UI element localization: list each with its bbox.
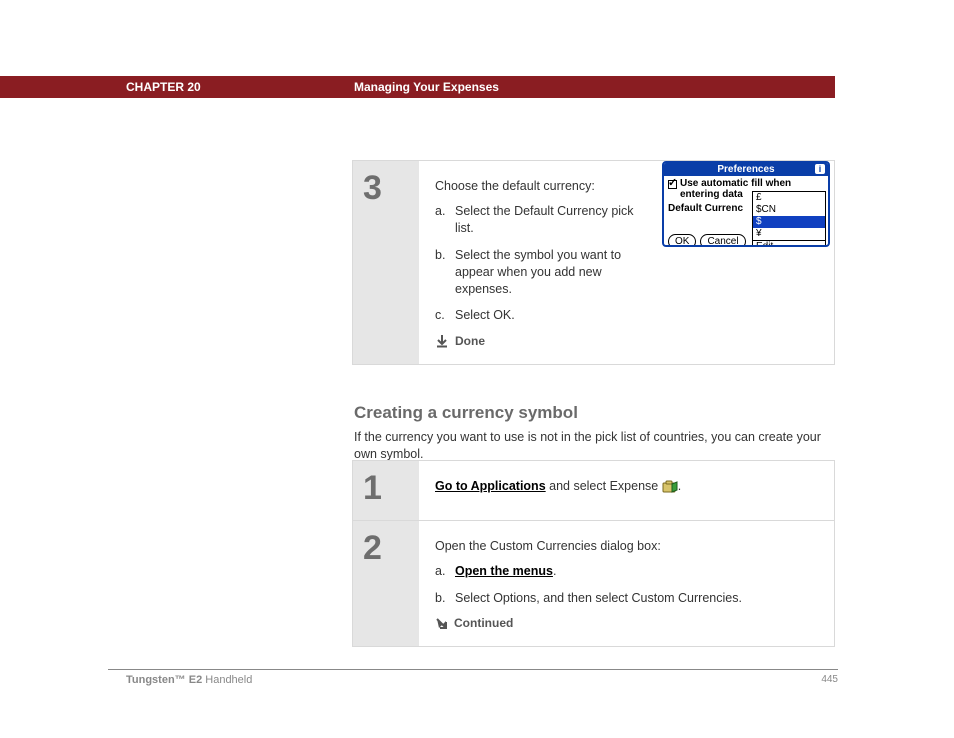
substep-b: b.Select the symbol you want to appear w… xyxy=(435,247,635,298)
currency-option: £ xyxy=(753,192,825,204)
done-label: Done xyxy=(455,334,485,348)
substep-a: a.Open the menus. xyxy=(435,563,818,580)
continued-indicator: Continued xyxy=(435,616,818,630)
step-body: Open the Custom Currencies dialog box: a… xyxy=(419,521,834,647)
substep-a: a.Select the Default Currency pick list. xyxy=(435,203,635,237)
step1-text: Go to Applications and select Expense . xyxy=(435,479,818,494)
footer-product-rest: Handheld xyxy=(202,674,252,686)
step-intro: Choose the default currency: xyxy=(435,179,635,193)
page-number: 445 xyxy=(821,674,838,685)
done-indicator: Done xyxy=(435,334,635,348)
open-the-menus-link[interactable]: Open the menus xyxy=(455,564,553,578)
edit-currencies-option: Edit currencies... xyxy=(753,240,825,247)
step1-rest: and select Expense xyxy=(546,479,662,493)
section-title: Creating a currency symbol xyxy=(354,403,835,423)
section-intro: If the currency you want to use is not i… xyxy=(354,429,835,463)
footer-rule xyxy=(108,669,838,670)
step2-intro: Open the Custom Currencies dialog box: xyxy=(435,539,818,553)
step-number: 2 xyxy=(363,531,419,565)
info-icon: i xyxy=(815,164,825,174)
step1-period: . xyxy=(678,479,681,493)
step-block-3: 3 Choose the default currency: a.Select … xyxy=(352,160,835,365)
substep-c: c.Select OK. xyxy=(435,307,635,324)
step-body: Choose the default currency: a.Select th… xyxy=(419,161,834,364)
step-number-cell: 2 xyxy=(353,521,419,647)
step-block-1-2: 1 Go to Applications and select Expense … xyxy=(352,460,835,647)
go-to-applications-link[interactable]: Go to Applications xyxy=(435,479,546,493)
ok-button: OK xyxy=(668,234,696,247)
done-arrow-icon xyxy=(435,334,449,348)
continued-label: Continued xyxy=(454,616,513,630)
continued-arrow-icon xyxy=(435,617,448,630)
cancel-button: Cancel xyxy=(700,234,745,247)
step-body: Go to Applications and select Expense . xyxy=(419,461,834,520)
preferences-dialog-thumbnail: Preferences i Use automatic fill when en… xyxy=(662,161,830,247)
chapter-header: CHAPTER 20 Managing Your Expenses xyxy=(0,76,835,98)
step-number-cell: 3 xyxy=(353,161,419,364)
step-number: 3 xyxy=(363,171,419,205)
currency-option: $CN xyxy=(753,204,825,216)
step-number-cell: 1 xyxy=(353,461,419,520)
currency-dropdown: £ $CN $ ¥ Edit currencies... xyxy=(752,191,826,247)
footer-product: Tungsten™ E2 Handheld xyxy=(126,674,252,686)
checkbox-checked-icon xyxy=(668,180,677,189)
section-header: Creating a currency symbol If the curren… xyxy=(354,403,835,463)
step-number: 1 xyxy=(363,471,419,505)
dialog-title: Preferences xyxy=(717,164,774,175)
footer-product-name: Tungsten™ E2 xyxy=(126,674,202,686)
substep-b: b.Select Options, and then select Custom… xyxy=(435,590,818,607)
chapter-label: CHAPTER 20 xyxy=(126,80,201,94)
expense-app-icon xyxy=(662,480,678,494)
currency-option: ¥ xyxy=(753,228,825,240)
dialog-titlebar: Preferences i xyxy=(664,163,828,176)
currency-option-selected: $ xyxy=(753,216,825,228)
chapter-title: Managing Your Expenses xyxy=(354,80,499,94)
